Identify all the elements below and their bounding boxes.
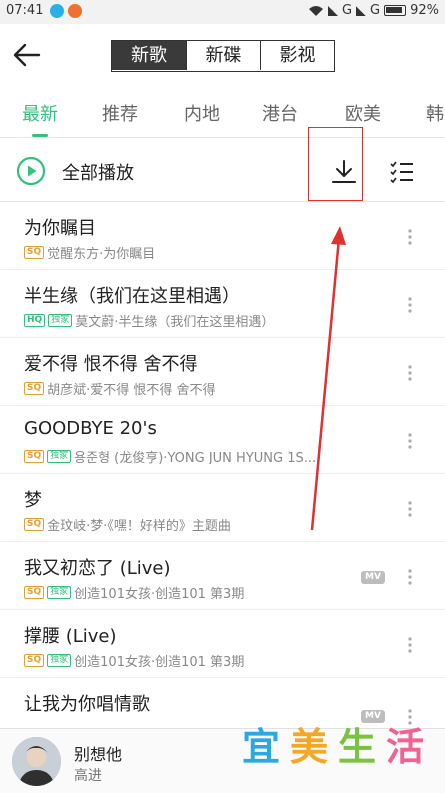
- status-indicators: G G 92%: [308, 3, 439, 18]
- song-row[interactable]: 我又初恋了 (Live) SQ 独家 创造101女孩·创造101 第3期 MV: [0, 542, 445, 610]
- song-artist: 용준형 (龙俊亨)·YONG JUN HYUNG 1S...: [74, 450, 317, 465]
- more-options-icon[interactable]: [404, 432, 416, 450]
- notification-app-icon: [50, 4, 64, 18]
- more-options-icon[interactable]: [404, 568, 416, 586]
- sq-badge: SQ: [24, 381, 45, 395]
- more-options-icon[interactable]: [404, 296, 416, 314]
- more-options-icon[interactable]: [404, 500, 416, 518]
- status-bar: 07:41 G G 92%: [0, 0, 445, 24]
- signal-type: G: [370, 3, 381, 18]
- back-arrow-icon[interactable]: [12, 40, 42, 70]
- status-time: 07:41: [6, 3, 44, 18]
- category-tabs: 最新 推荐 内地 港台 欧美 韩: [0, 92, 445, 138]
- song-artist: 莫文蔚·半生缘（我们在这里相遇）: [75, 314, 275, 329]
- song-row[interactable]: 半生缘（我们在这里相遇） HQ 独家 莫文蔚·半生缘（我们在这里相遇）: [0, 270, 445, 338]
- song-row[interactable]: GOODBYE 20's SQ 独家 용준형 (龙俊亨)·YONG JUN HY…: [0, 406, 445, 474]
- sq-badge: SQ: [24, 245, 45, 259]
- artist-photo-icon: [12, 737, 61, 786]
- segment-video[interactable]: 影视: [260, 41, 334, 70]
- now-playing-artist: 高进: [74, 768, 102, 784]
- song-artist: 创造101女孩·创造101 第3期: [74, 654, 245, 669]
- tab-hk-tw[interactable]: 港台: [262, 100, 298, 126]
- song-row[interactable]: 梦 SQ 金玟岐·梦·《嘿！好样的》主题曲: [0, 474, 445, 542]
- song-title: 我又初恋了 (Live): [24, 558, 171, 579]
- tab-korean[interactable]: 韩: [426, 100, 444, 126]
- watermark: 宜 美 生 活: [238, 722, 428, 772]
- play-all-row: 全部播放: [0, 127, 445, 202]
- mv-badge[interactable]: MV: [361, 571, 385, 584]
- sq-badge: SQ: [24, 585, 45, 599]
- notification-app-icon: [68, 4, 82, 18]
- play-circle-icon[interactable]: [16, 156, 46, 186]
- watermark-char: 生: [337, 725, 376, 769]
- tab-recommended[interactable]: 推荐: [102, 100, 138, 126]
- song-title: 梦: [24, 490, 42, 511]
- sq-badge: SQ: [24, 653, 45, 667]
- sq-badge: SQ: [24, 449, 45, 463]
- segment-new-albums[interactable]: 新碟: [186, 41, 260, 70]
- tab-latest[interactable]: 最新: [22, 100, 58, 126]
- wifi-icon: [308, 5, 323, 16]
- song-artist: 金玟岐·梦·《嘿！好样的》主题曲: [47, 518, 231, 533]
- song-title: GOODBYE 20's: [24, 418, 157, 439]
- song-title: 半生缘（我们在这里相遇）: [24, 286, 240, 307]
- segment-new-songs[interactable]: 新歌: [112, 41, 186, 70]
- signal-type: G: [341, 3, 353, 18]
- now-playing-title: 别想他: [74, 745, 123, 764]
- song-artist: 胡彦斌·爱不得 恨不得 舍不得: [47, 382, 216, 397]
- song-row[interactable]: 撑腰 (Live) SQ 独家 创造101女孩·创造101 第3期: [0, 610, 445, 678]
- song-artist: 创造101女孩·创造101 第3期: [74, 586, 245, 601]
- download-icon[interactable]: [330, 158, 358, 186]
- more-options-icon[interactable]: [404, 364, 416, 382]
- sq-badge: SQ: [24, 517, 45, 531]
- play-all-label[interactable]: 全部播放: [62, 159, 134, 185]
- hq-badge: HQ: [24, 313, 46, 327]
- tab-western[interactable]: 欧美: [345, 100, 381, 126]
- exclusive-badge: 独家: [47, 449, 72, 463]
- exclusive-badge: 独家: [48, 313, 73, 327]
- signal-icon: [327, 5, 338, 16]
- segment-control: 新歌 新碟 影视: [111, 40, 335, 72]
- watermark-char: 宜: [241, 725, 280, 769]
- song-title: 爱不得 恨不得 舍不得: [24, 354, 198, 375]
- song-row[interactable]: 为你瞩目 SQ 觉醒东方·为你瞩目: [0, 202, 445, 270]
- song-title: 撑腰 (Live): [24, 626, 117, 647]
- signal-icon: [356, 5, 367, 16]
- watermark-char: 活: [385, 725, 424, 769]
- tab-mainland[interactable]: 内地: [184, 100, 220, 126]
- exclusive-badge: 独家: [47, 585, 72, 599]
- battery-icon: [384, 5, 407, 16]
- song-artist: 觉醒东方·为你瞩目: [47, 246, 156, 261]
- album-cover[interactable]: [12, 737, 61, 786]
- watermark-char: 美: [289, 725, 328, 769]
- active-tab-indicator: [32, 134, 48, 137]
- exclusive-badge: 独家: [47, 653, 72, 667]
- multi-select-list-icon[interactable]: [388, 158, 416, 186]
- battery-level: 92%: [410, 3, 439, 18]
- song-title: 让我为你唱情歌: [24, 694, 150, 715]
- more-options-icon[interactable]: [404, 228, 416, 246]
- header: 新歌 新碟 影视: [0, 24, 445, 86]
- song-title: 为你瞩目: [24, 218, 96, 239]
- song-row[interactable]: 爱不得 恨不得 舍不得 SQ 胡彦斌·爱不得 恨不得 舍不得: [0, 338, 445, 406]
- more-options-icon[interactable]: [404, 636, 416, 654]
